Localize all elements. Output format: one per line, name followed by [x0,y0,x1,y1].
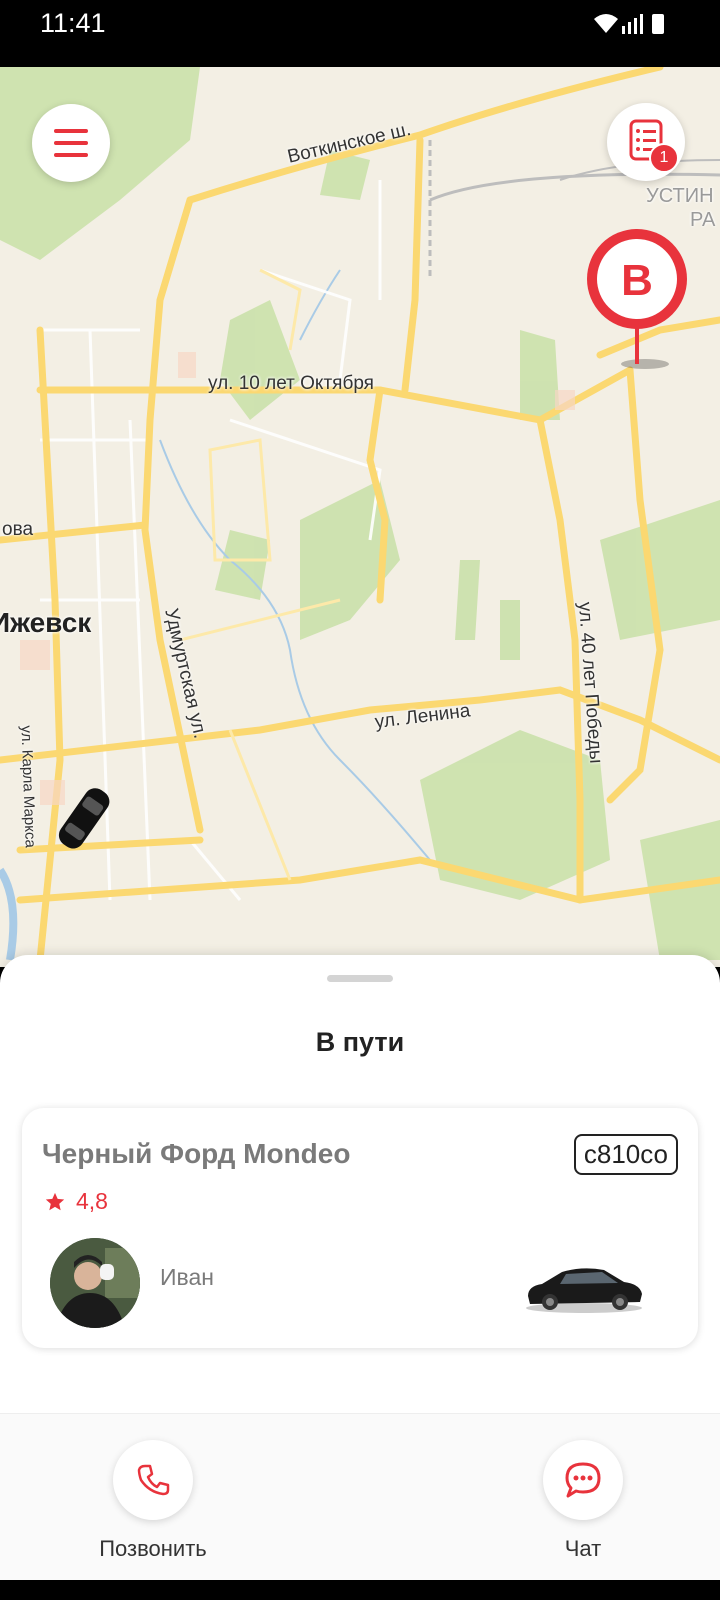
call-button-circle[interactable] [113,1440,193,1520]
status-time: 11:41 [40,8,106,38]
ride-status-title: В пути [315,1027,405,1057]
menu-icon [54,129,88,157]
destination-pin-label: B [621,256,653,305]
call-button[interactable]: Позвонить [73,1414,233,1574]
district-label-ustin: УСТИН [646,185,714,207]
status-bar: 11:41 [0,0,720,67]
sheet-handle[interactable] [327,975,393,982]
rating-value: 4,8 [76,1188,108,1214]
driver-name: Иван [160,1264,214,1290]
star-icon [45,1192,65,1211]
bottom-action-bar: Позвонить Чат [0,1413,720,1581]
car-name: Черный Форд Mondeo [42,1138,351,1169]
destination-pin[interactable]: B [583,227,693,377]
system-nav-strip [0,1580,720,1600]
car-photo [522,1256,647,1316]
car-marker [48,775,118,865]
phone-icon [137,1464,170,1496]
call-label: Позвонить [99,1536,207,1561]
district-label-ra: РА [690,209,716,231]
license-plate: с810со [573,1134,678,1175]
city-label: Ижевск [0,607,92,638]
street-label-oktyabrya: ул. 10 лет Октября [208,373,374,394]
chat-label: Чат [564,1536,602,1561]
car-info-card[interactable]: Черный Форд Mondeo с810со 4,8 Иван [22,1108,698,1348]
chat-icon [565,1462,601,1498]
chat-button[interactable]: Чат [503,1414,663,1574]
map[interactable]: Воткинское ш. ул. 10 лет Октября Удмуртс… [0,67,720,967]
orders-badge: 1 [649,143,679,173]
driver-avatar [50,1238,140,1328]
orders-button[interactable]: 1 [607,103,685,181]
status-icons [594,14,664,34]
menu-button[interactable] [32,104,110,182]
street-label-ova: ова [2,519,34,540]
chat-button-circle[interactable] [543,1440,623,1520]
